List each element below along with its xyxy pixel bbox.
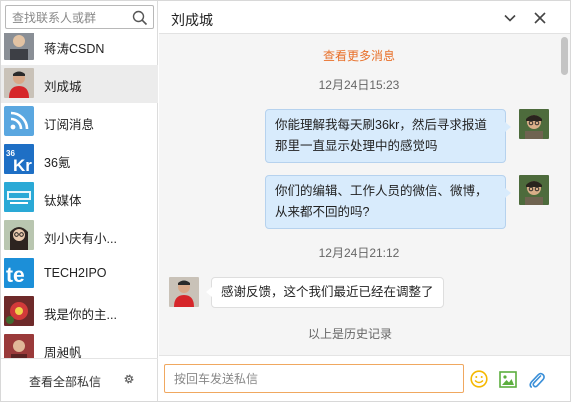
tech2ipo-logo-icon: te (4, 258, 34, 288)
message-timestamp: 12月24日15:23 (318, 78, 400, 92)
paperclip-icon[interactable] (528, 370, 545, 389)
message-input[interactable] (164, 364, 464, 393)
contact-item[interactable]: te TECH2IPO (1, 255, 158, 293)
contacts-sidebar: 蒋涛CSDN 刘成城 订阅消息 36Kr 36氪 (1, 1, 158, 401)
svg-text:Kr: Kr (13, 156, 32, 174)
tmtpost-logo-icon (4, 182, 34, 212)
compose-bar (159, 355, 570, 401)
person-photo-icon (4, 33, 34, 60)
contact-item[interactable]: 36 Kr 36氪 (1, 141, 158, 179)
history-end-label: 以上是历史记录 (307, 327, 392, 341)
contact-item[interactable]: 钛媒体 (1, 179, 158, 217)
sidebar-footer: 查看全部私信 (1, 358, 158, 401)
contact-name: 蒋涛CSDN (44, 42, 105, 56)
outgoing-message: 你能理解我每天刷36kr，然后寻求报道那里一直显示处理中的感觉吗 (265, 109, 511, 163)
chat-panel: 刘成城 查看更多消息 12月24日15:23 你能理解我每天刷36kr，然后寻求… (159, 1, 570, 401)
search-box[interactable] (5, 5, 154, 29)
image-icon[interactable] (499, 371, 517, 388)
incoming-message: 感谢反馈，这个我们最近已经在调整了 (206, 277, 444, 308)
close-icon[interactable] (533, 11, 547, 25)
view-all-messages-link[interactable]: 查看全部私信 (29, 373, 101, 390)
my-avatar (519, 175, 549, 205)
person-red-shirt-icon (4, 68, 34, 98)
contact-list: 蒋涛CSDN 刘成城 订阅消息 36 Kr 36氪 钛媒体 刘小庆有小... t… (1, 33, 158, 358)
contact-name: TECH2IPO (44, 266, 107, 280)
app-window: 蒋涛CSDN 刘成城 订阅消息 36Kr 36氪 (0, 0, 571, 402)
message-scrollbar[interactable] (560, 35, 568, 355)
contact-name: 钛媒体 (44, 194, 82, 208)
person-glasses-icon (4, 220, 34, 250)
search-icon[interactable] (132, 10, 148, 26)
contact-name: 我是你的主... (44, 308, 117, 322)
contact-item-active[interactable]: 刘成城 (1, 65, 158, 103)
contact-item[interactable]: 我是你的主... (1, 293, 158, 331)
rss-icon (4, 106, 34, 136)
contact-item[interactable]: 周昶帆 (1, 331, 158, 358)
contact-name: 周昶帆 (44, 346, 82, 358)
contact-name: 订阅消息 (44, 118, 95, 132)
red-flower-icon (4, 296, 34, 326)
36kr-logo-icon: 36 Kr (4, 144, 34, 174)
emoji-icon[interactable] (470, 370, 488, 388)
chevron-down-icon[interactable] (503, 11, 517, 25)
outgoing-message: 你们的编辑、工作人员的微信、微博，从来都不回的吗? (265, 175, 511, 229)
contact-name: 刘成城 (44, 80, 82, 94)
contact-name: 36氪 (44, 156, 71, 170)
scrollbar-thumb[interactable] (561, 37, 568, 75)
load-more-messages-link[interactable]: 查看更多消息 (159, 47, 559, 64)
gear-icon[interactable] (123, 373, 135, 385)
my-avatar (519, 109, 549, 139)
contact-avatar (169, 277, 199, 307)
contact-item[interactable]: 蒋涛CSDN (1, 33, 158, 65)
message-list: 查看更多消息 12月24日15:23 你能理解我每天刷36kr，然后寻求报道那里… (159, 35, 570, 355)
contact-item[interactable]: 订阅消息 (1, 103, 158, 141)
chat-title: 刘成城 (171, 12, 213, 28)
svg-text:te: te (6, 264, 25, 287)
chat-header: 刘成城 (159, 1, 570, 34)
contact-item[interactable]: 刘小庆有小... (1, 217, 158, 255)
search-input[interactable] (12, 9, 128, 26)
message-timestamp: 12月24日21:12 (318, 246, 400, 260)
person-photo-icon (4, 334, 34, 358)
contact-name: 刘小庆有小... (44, 232, 117, 246)
